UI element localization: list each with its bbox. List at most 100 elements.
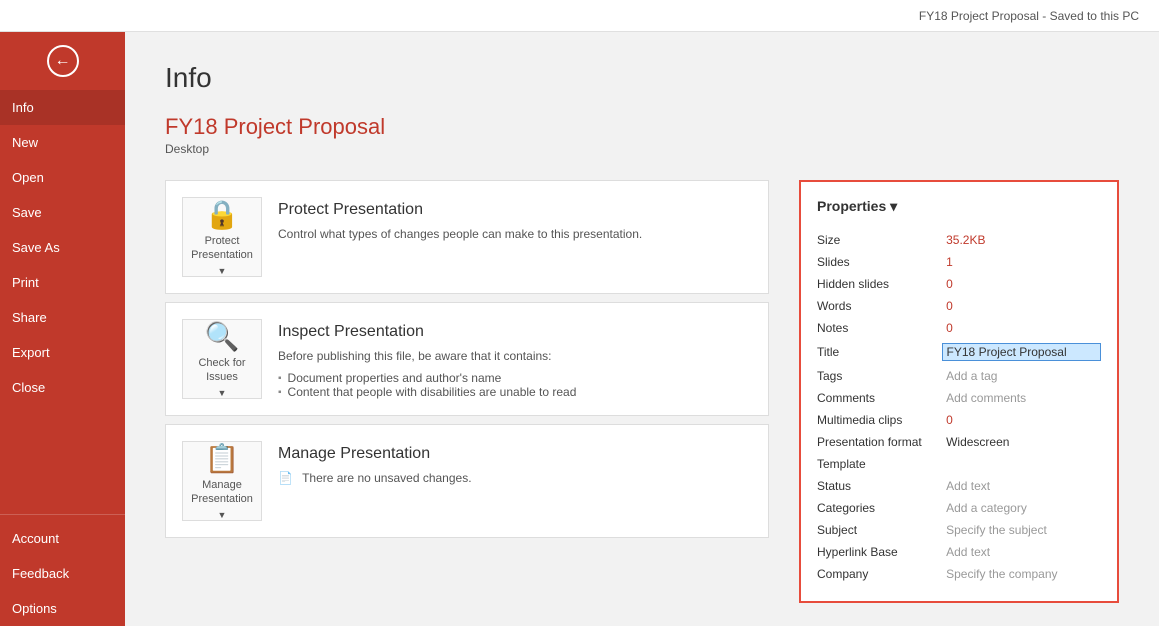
protect-title: Protect Presentation	[278, 201, 752, 219]
prop-company: Company Specify the company	[817, 563, 1101, 585]
content-area: Info FY18 Project Proposal Desktop 🔒 Pro…	[125, 32, 1159, 626]
inspect-icon-box[interactable]: 🔍 Check forIssues ▼	[182, 319, 262, 399]
prop-title: Title FY18 Project Proposal	[817, 339, 1101, 365]
properties-panel: Properties ▾ Size 35.2KB Slides 1 Hidden…	[799, 180, 1119, 603]
top-bar: FY18 Project Proposal - Saved to this PC	[0, 0, 1159, 32]
inspect-arrow: ▼	[218, 388, 227, 398]
prop-label-words: Words	[817, 299, 946, 313]
sidebar-item-new[interactable]: New	[0, 125, 125, 160]
protect-label: ProtectPresentation	[191, 235, 253, 261]
inspect-label: Check forIssues	[198, 357, 245, 383]
sidebar-item-feedback[interactable]: Feedback	[0, 556, 125, 591]
prop-value-size: 35.2KB	[946, 233, 1101, 247]
prop-label-subject: Subject	[817, 523, 946, 537]
prop-value-slides: 1	[946, 255, 1101, 269]
main-layout: ← Info New Open Save Save As Print Share…	[0, 32, 1159, 626]
manage-content: Manage Presentation 📄 There are no unsav…	[278, 441, 752, 487]
inspect-icon: 🔍	[205, 320, 240, 353]
prop-template: Template	[817, 453, 1101, 475]
prop-value-format: Widescreen	[946, 435, 1101, 449]
inspect-bullet-text-2: Content that people with disabilities ar…	[288, 385, 577, 399]
manage-title: Manage Presentation	[278, 445, 752, 463]
sidebar-item-account[interactable]: Account	[0, 521, 125, 556]
prop-label-hidden-slides: Hidden slides	[817, 277, 946, 291]
prop-notes: Notes 0	[817, 317, 1101, 339]
sidebar-item-export[interactable]: Export	[0, 335, 125, 370]
sidebar-item-open[interactable]: Open	[0, 160, 125, 195]
manage-desc: 📄 There are no unsaved changes.	[278, 469, 752, 487]
sidebar-item-save-as[interactable]: Save As	[0, 230, 125, 265]
sidebar-item-info[interactable]: Info	[0, 90, 125, 125]
prop-status: Status Add text	[817, 475, 1101, 497]
prop-label-hyperlink: Hyperlink Base	[817, 545, 946, 559]
back-button[interactable]: ←	[0, 32, 125, 90]
prop-hyperlink: Hyperlink Base Add text	[817, 541, 1101, 563]
prop-value-categories[interactable]: Add a category	[946, 501, 1101, 515]
manage-label: ManagePresentation	[191, 479, 253, 505]
prop-value-subject[interactable]: Specify the subject	[946, 523, 1101, 537]
back-icon: ←	[47, 45, 79, 77]
inspect-card: 🔍 Check forIssues ▼ Inspect Presentation…	[165, 302, 769, 416]
page-title: Info	[165, 62, 1119, 94]
protect-card: 🔒 ProtectPresentation ▼ Protect Presenta…	[165, 180, 769, 294]
protect-arrow: ▼	[218, 266, 227, 276]
prop-categories: Categories Add a category	[817, 497, 1101, 519]
properties-header[interactable]: Properties ▾	[817, 198, 1101, 215]
sidebar-item-save[interactable]: Save	[0, 195, 125, 230]
prop-label-tags: Tags	[817, 369, 946, 383]
prop-label-template: Template	[817, 457, 946, 471]
protect-icon: 🔒	[205, 198, 240, 231]
prop-value-comments[interactable]: Add comments	[946, 391, 1101, 405]
inspect-title: Inspect Presentation	[278, 323, 752, 341]
bullet-icon-1: ▪	[278, 373, 282, 384]
prop-slides: Slides 1	[817, 251, 1101, 273]
file-title: FY18 Project Proposal	[165, 114, 1119, 140]
prop-value-hidden-slides: 0	[946, 277, 1101, 291]
prop-tags: Tags Add a tag	[817, 365, 1101, 387]
sidebar-divider	[0, 514, 125, 515]
prop-value-status[interactable]: Add text	[946, 479, 1101, 493]
manage-icon: 📋	[205, 442, 240, 475]
prop-value-hyperlink[interactable]: Add text	[946, 545, 1101, 559]
manage-icon-box[interactable]: 📋 ManagePresentation ▼	[182, 441, 262, 521]
inspect-content: Inspect Presentation Before publishing t…	[278, 319, 752, 399]
bullet-icon-2: ▪	[278, 387, 282, 398]
sidebar-item-close[interactable]: Close	[0, 370, 125, 405]
prop-multimedia: Multimedia clips 0	[817, 409, 1101, 431]
sidebar-bottom: Account Feedback Options	[0, 521, 125, 626]
prop-value-company[interactable]: Specify the company	[946, 567, 1101, 581]
sidebar-nav: Info New Open Save Save As Print Share E…	[0, 90, 125, 508]
sidebar-item-print[interactable]: Print	[0, 265, 125, 300]
prop-label-slides: Slides	[817, 255, 946, 269]
prop-value-notes: 0	[946, 321, 1101, 335]
prop-subject: Subject Specify the subject	[817, 519, 1101, 541]
info-sections: 🔒 ProtectPresentation ▼ Protect Presenta…	[165, 180, 1119, 603]
prop-comments: Comments Add comments	[817, 387, 1101, 409]
sidebar: ← Info New Open Save Save As Print Share…	[0, 32, 125, 626]
protect-content: Protect Presentation Control what types …	[278, 197, 752, 243]
prop-format: Presentation format Widescreen	[817, 431, 1101, 453]
prop-label-format: Presentation format	[817, 435, 946, 449]
protect-icon-box[interactable]: 🔒 ProtectPresentation ▼	[182, 197, 262, 277]
sidebar-item-options[interactable]: Options	[0, 591, 125, 626]
prop-label-categories: Categories	[817, 501, 946, 515]
manage-card: 📋 ManagePresentation ▼ Manage Presentati…	[165, 424, 769, 538]
prop-value-words: 0	[946, 299, 1101, 313]
prop-value-tags[interactable]: Add a tag	[946, 369, 1101, 383]
top-bar-title: FY18 Project Proposal - Saved to this PC	[919, 9, 1139, 23]
left-sections: 🔒 ProtectPresentation ▼ Protect Presenta…	[165, 180, 769, 603]
prop-label-size: Size	[817, 233, 946, 247]
file-location: Desktop	[165, 142, 1119, 156]
manage-arrow: ▼	[218, 510, 227, 520]
prop-label-notes: Notes	[817, 321, 946, 335]
protect-desc: Control what types of changes people can…	[278, 225, 752, 243]
prop-size: Size 35.2KB	[817, 229, 1101, 251]
inspect-bullet-1: ▪ Document properties and author's name	[278, 371, 752, 385]
inspect-bullet-2: ▪ Content that people with disabilities …	[278, 385, 752, 399]
prop-label-multimedia: Multimedia clips	[817, 413, 946, 427]
sidebar-item-share[interactable]: Share	[0, 300, 125, 335]
prop-label-company: Company	[817, 567, 946, 581]
prop-value-title[interactable]: FY18 Project Proposal	[942, 343, 1101, 361]
prop-label-status: Status	[817, 479, 946, 493]
prop-hidden-slides: Hidden slides 0	[817, 273, 1101, 295]
